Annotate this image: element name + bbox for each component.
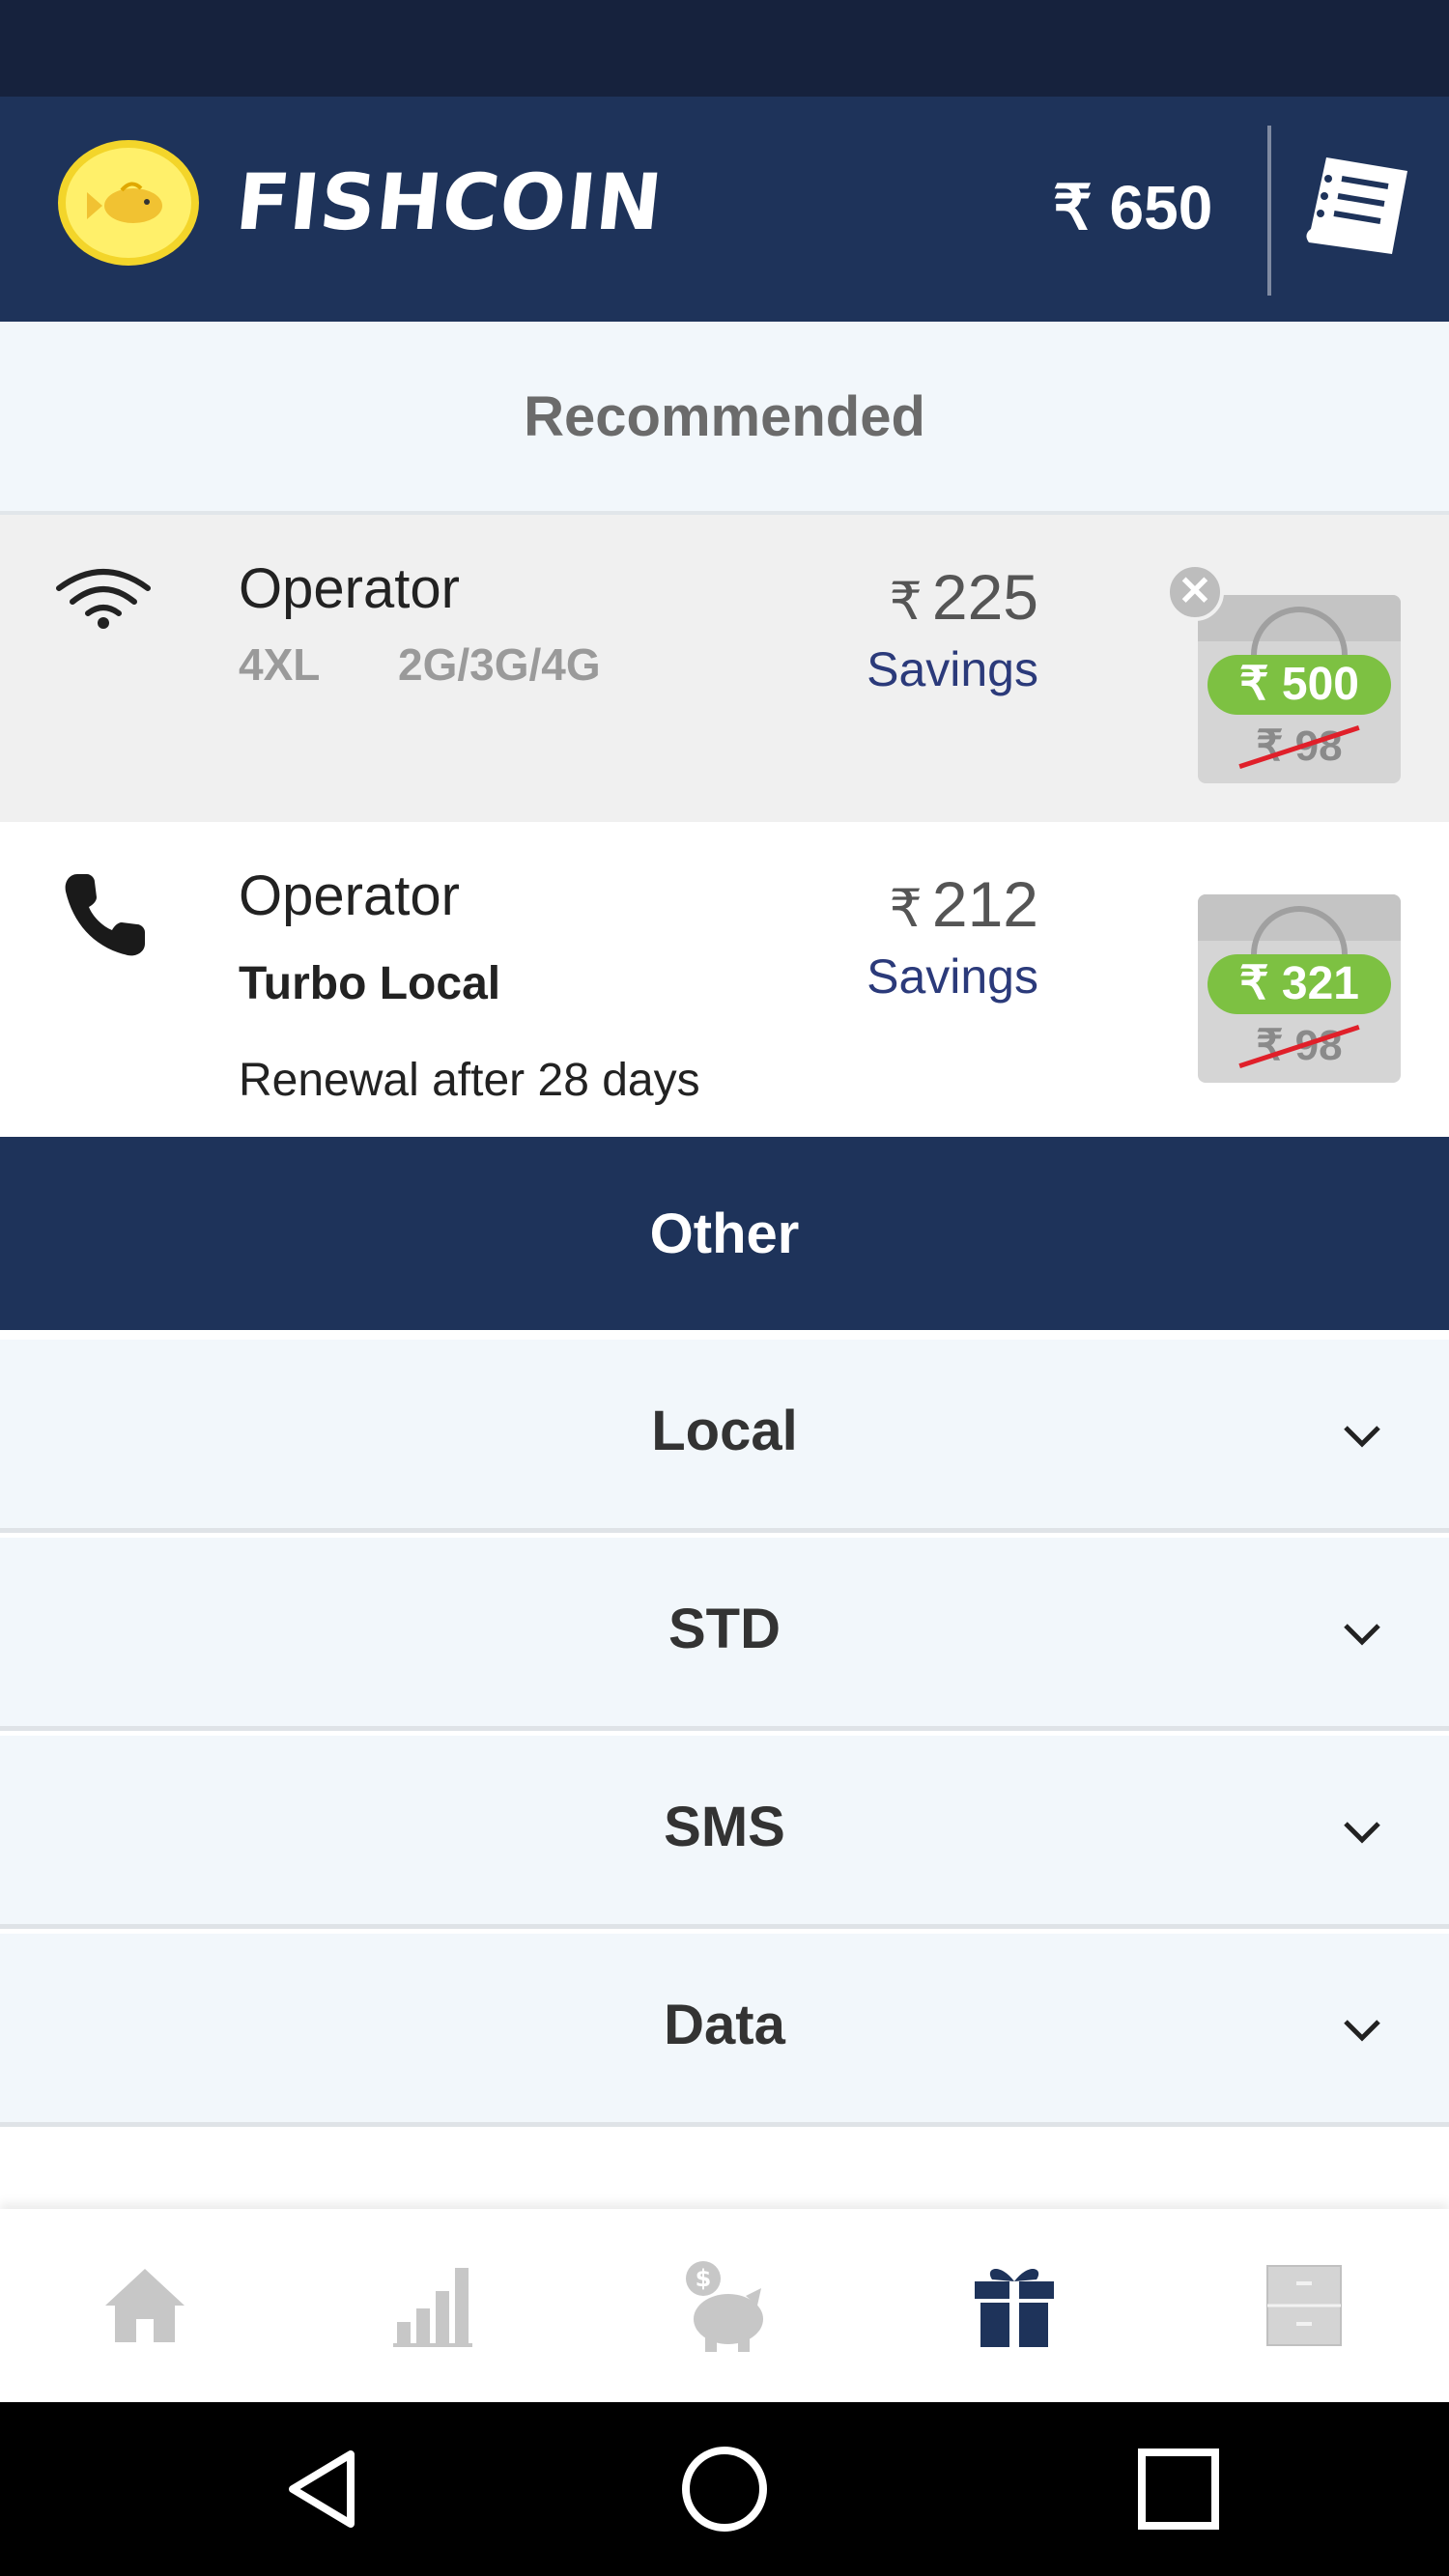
- dismiss-plan-button[interactable]: ✕: [1166, 563, 1224, 621]
- plan-name: Turbo Local: [239, 958, 501, 1009]
- currency-symbol: ₹: [889, 880, 923, 938]
- pack-name: 4XL: [239, 639, 321, 690]
- category-label: SMS: [664, 1796, 785, 1858]
- savings-amount: ₹225: [811, 558, 1038, 640]
- category-std[interactable]: STD: [0, 1538, 1449, 1731]
- wifi-icon: [53, 563, 154, 636]
- recommended-header: Recommended: [0, 322, 1449, 515]
- other-header: Other: [0, 1137, 1449, 1330]
- header-divider: [1267, 126, 1271, 296]
- status-bar: [0, 0, 1449, 97]
- tab-stats[interactable]: [290, 2238, 580, 2373]
- gift-icon: [975, 2268, 1054, 2347]
- savings-value: 225: [931, 561, 1038, 633]
- chevron-down-icon: [1344, 1624, 1380, 1646]
- stats-icon: [393, 2268, 472, 2347]
- tab-cabinet[interactable]: [1159, 2238, 1449, 2373]
- operator-name: Operator: [239, 557, 460, 620]
- chevron-down-icon: [1344, 1426, 1380, 1448]
- back-icon[interactable]: [275, 2441, 372, 2537]
- price-badge: ₹ 321: [1208, 954, 1391, 1014]
- brand-name: FISHCOIN: [232, 157, 668, 247]
- renewal-text: Renewal after 28 days: [239, 1055, 700, 1106]
- currency-symbol: ₹: [889, 573, 923, 631]
- savings-label: Savings: [867, 949, 1038, 1004]
- plan-card[interactable]: Operator 4XL 2G/3G/4G ₹225 Savings ₹ 500…: [0, 515, 1449, 822]
- chevron-down-icon: [1344, 2020, 1380, 2042]
- recommended-title: Recommended: [524, 384, 925, 448]
- cabinet-icon: [1266, 2265, 1342, 2346]
- category-label: Local: [651, 1400, 798, 1462]
- piggy-bank-icon: $: [686, 2261, 763, 2352]
- buy-plan-button[interactable]: ₹ 500 ₹ 98: [1198, 595, 1401, 783]
- app-header: FISHCOIN ₹ 650: [0, 97, 1449, 322]
- other-title: Other: [649, 1202, 800, 1265]
- category-label: STD: [668, 1598, 781, 1660]
- savings-label: Savings: [867, 642, 1038, 696]
- tab-home[interactable]: [0, 2238, 290, 2373]
- buy-plan-button[interactable]: ₹ 321 ₹ 98: [1198, 894, 1401, 1083]
- category-label: Data: [664, 1994, 785, 2056]
- savings-amount: ₹212: [811, 865, 1038, 948]
- operator-name: Operator: [239, 864, 460, 927]
- category-sms[interactable]: SMS: [0, 1736, 1449, 1929]
- system-nav-bar: [0, 2402, 1449, 2576]
- tab-gifts[interactable]: [869, 2238, 1159, 2373]
- chevron-down-icon: [1344, 1822, 1380, 1844]
- category-local[interactable]: Local: [0, 1340, 1449, 1533]
- bottom-tab-bar: $: [0, 2209, 1449, 2402]
- home-icon: [105, 2269, 185, 2342]
- receipt-icon[interactable]: [1299, 150, 1415, 266]
- savings-value: 212: [931, 868, 1038, 940]
- price-badge: ₹ 500: [1208, 655, 1391, 715]
- plan-card[interactable]: Operator Turbo Local Renewal after 28 da…: [0, 822, 1449, 1137]
- svg-text:$: $: [696, 2265, 712, 2292]
- fish-coin-logo-icon: [58, 140, 199, 266]
- category-data[interactable]: Data: [0, 1934, 1449, 2127]
- network-type: 2G/3G/4G: [398, 639, 601, 690]
- recents-icon[interactable]: [1130, 2441, 1227, 2537]
- phone-icon: [60, 870, 149, 964]
- home-button-icon[interactable]: [676, 2441, 773, 2537]
- wallet-balance: ₹ 650: [1053, 173, 1213, 242]
- tab-savings[interactable]: $: [580, 2238, 869, 2373]
